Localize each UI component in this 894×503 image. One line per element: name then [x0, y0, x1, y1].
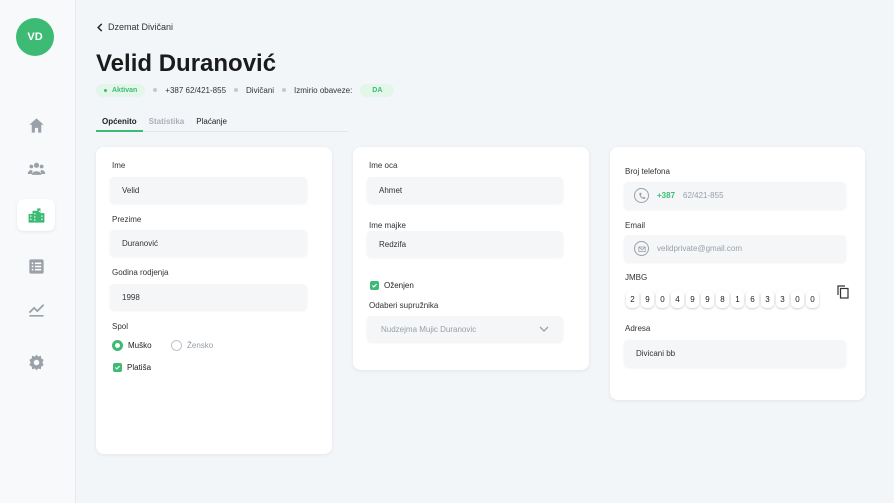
- spouse-select[interactable]: Nudzejma Mujic Duranovic: [367, 316, 563, 342]
- obligations-badge: DA: [360, 83, 395, 97]
- last-name-field[interactable]: Duranović: [110, 230, 307, 256]
- tab-placanje[interactable]: Plaćanje: [190, 114, 233, 132]
- address-field[interactable]: Divicani bb: [624, 340, 846, 367]
- chevron-down-icon: [539, 326, 549, 332]
- copy-icon[interactable]: [837, 285, 849, 299]
- mother-name-field[interactable]: Redzifa: [367, 231, 563, 257]
- chart-icon[interactable]: [17, 293, 55, 325]
- jmbg-label: JMBG: [625, 273, 648, 282]
- mail-icon: [634, 241, 649, 256]
- meta-phone: +387 62/421-855: [165, 85, 227, 95]
- jmbg-digit: 6: [746, 290, 759, 308]
- payer-checkbox[interactable]: Platiša: [113, 363, 151, 372]
- jmbg-digit: 0: [791, 290, 804, 308]
- jmbg-digit: 0: [656, 290, 669, 308]
- phone-icon: [634, 188, 649, 203]
- father-name-field[interactable]: Ahmet: [367, 177, 563, 203]
- tabs: Općenito Statistika Plaćanje: [96, 114, 348, 132]
- jmbg-digit: 4: [671, 290, 684, 308]
- jmbg-digit: 9: [686, 290, 699, 308]
- phone-field[interactable]: +387 62/421-855: [624, 182, 846, 209]
- jmbg-digit: 1: [731, 290, 744, 308]
- jmbg-digit: 8: [716, 290, 729, 308]
- page-title: Velid Duranović: [96, 50, 277, 77]
- phone-prefix: +387: [657, 191, 676, 200]
- father-name-label: Ime oca: [369, 161, 398, 170]
- meta-place: Divičani: [246, 85, 275, 95]
- back-link[interactable]: Dzemat Divičani: [96, 22, 173, 32]
- list-icon[interactable]: [17, 250, 55, 282]
- gender-male-radio[interactable]: Muško: [112, 340, 152, 351]
- spouse-label: Odaberi supružnika: [369, 301, 439, 310]
- first-name-label: Ime: [112, 161, 126, 170]
- jmbg-digit: 3: [776, 290, 789, 308]
- users-icon[interactable]: [17, 152, 55, 184]
- married-checkbox[interactable]: Oženjen: [370, 281, 414, 290]
- tab-opcenito[interactable]: Općenito: [96, 114, 143, 132]
- gear-icon[interactable]: [17, 346, 55, 378]
- jmbg-digit: 0: [806, 290, 819, 308]
- personal-card: Ime Velid Prezime Duranović Godina rodje…: [96, 147, 332, 454]
- family-card: Ime oca Ahmet Ime majke Redzifa Oženjen …: [353, 147, 589, 370]
- jmbg-digit: 3: [761, 290, 774, 308]
- phone-label: Broj telefona: [625, 167, 670, 176]
- jmbg-digits: 2 9 0 4 9 9 8 1 6 3 3 0 0: [626, 290, 819, 308]
- last-name-label: Prezime: [112, 215, 142, 224]
- mother-name-label: Ime majke: [369, 221, 406, 230]
- tab-statistika[interactable]: Statistika: [143, 114, 191, 132]
- jmbg-digit: 9: [701, 290, 714, 308]
- jmbg-digit: 9: [641, 290, 654, 308]
- phone-value: 62/421-855: [683, 191, 724, 200]
- back-link-label: Dzemat Divičani: [108, 22, 174, 32]
- birth-year-field[interactable]: 1998: [110, 284, 307, 310]
- gender-female-radio[interactable]: Žensko: [171, 340, 213, 351]
- email-field[interactable]: velidprivate@gmail.com: [624, 235, 846, 262]
- contact-card: Broj telefona +387 62/421-855 Email veli…: [610, 147, 865, 400]
- email-label: Email: [625, 221, 646, 230]
- gender-label: Spol: [112, 322, 129, 331]
- profile-meta: Aktivan +387 62/421-855 Divičani Izmirio…: [96, 83, 395, 97]
- first-name-field[interactable]: Velid: [110, 177, 307, 203]
- birth-year-label: Godina rodjenja: [112, 268, 169, 277]
- jmbg-digit: 2: [626, 290, 639, 308]
- address-label: Adresa: [625, 324, 651, 333]
- home-icon[interactable]: [17, 109, 55, 141]
- obligations-label: Izmirio obaveze:: [294, 85, 353, 95]
- avatar[interactable]: VD: [16, 18, 54, 56]
- city-icon[interactable]: [17, 199, 55, 231]
- email-value: velidprivate@gmail.com: [657, 244, 743, 253]
- sidebar: VD: [0, 0, 76, 503]
- main-content: Dzemat Divičani Velid Duranović Aktivan …: [76, 0, 894, 503]
- chevron-left-icon: [97, 22, 103, 32]
- status-badge: Aktivan: [96, 83, 146, 97]
